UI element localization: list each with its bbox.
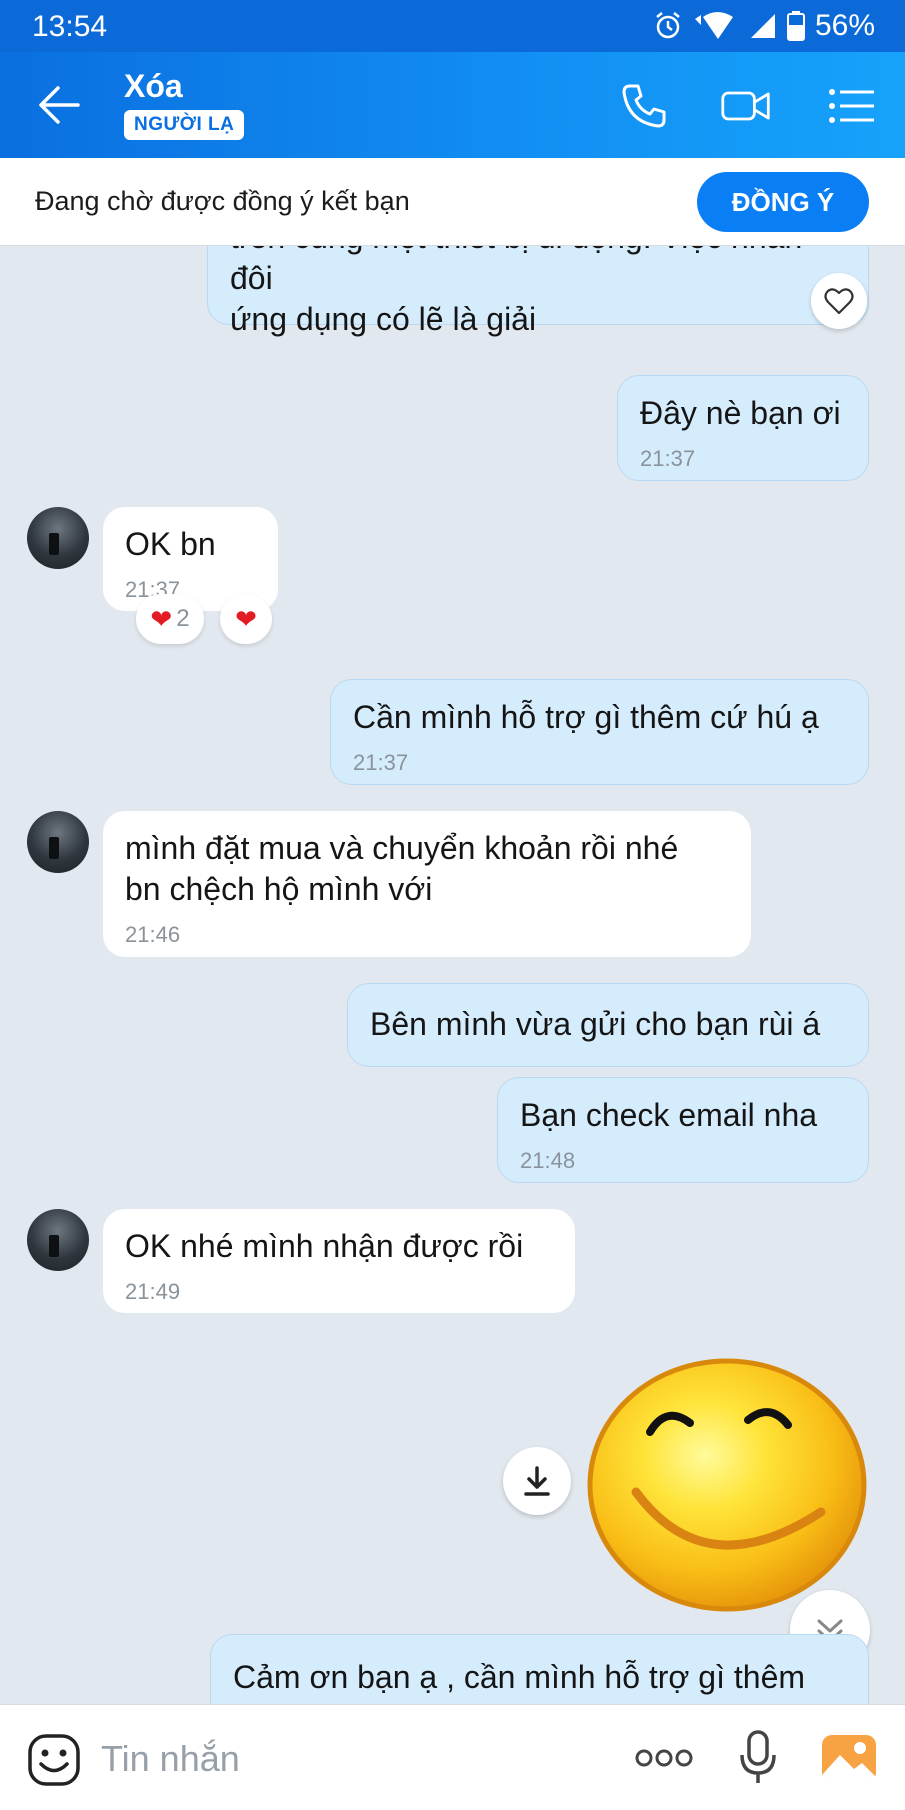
message-text: Đây nè bạn ơi bbox=[640, 395, 841, 431]
message-text: Cần mình hỗ trợ gì thêm cứ hú ạ bbox=[353, 699, 819, 735]
message-text: OK bn bbox=[125, 526, 216, 562]
message-input[interactable]: Tin nhắn bbox=[101, 1738, 240, 1780]
download-icon bbox=[524, 1466, 550, 1496]
message-bubble-outgoing[interactable]: Bên mình vừa gửi cho bạn rùi á bbox=[347, 983, 869, 1067]
message-time: 21:49 bbox=[125, 1279, 181, 1304]
message-bubble-incoming[interactable]: mình đặt mua và chuyển khoản rồi nhé bn … bbox=[103, 811, 751, 957]
message-bubble-outgoing[interactable]: Cảm ơn bạn ạ , cần mình hỗ trợ gì thêm bbox=[210, 1634, 869, 1704]
message-bubble-incoming[interactable]: OK nhé mình nhận được rồi 21:49 bbox=[103, 1209, 575, 1313]
message-input-bar: Tin nhắn bbox=[0, 1704, 905, 1810]
menu-list-icon[interactable] bbox=[826, 80, 878, 132]
friend-request-bar: Đang chờ được đồng ý kết bạn ĐỒNG Ý bbox=[0, 158, 905, 246]
message-text: Bên mình vừa gửi cho bạn rùi á bbox=[370, 1006, 821, 1042]
message-bubble-outgoing[interactable]: Cần mình hỗ trợ gì thêm cứ hú ạ 21:37 bbox=[330, 679, 869, 785]
message-time: 21:46 bbox=[125, 922, 181, 947]
alarm-icon bbox=[656, 12, 680, 39]
phone-icon[interactable] bbox=[618, 80, 670, 132]
status-bar: 13:54 56% bbox=[0, 0, 905, 52]
avatar[interactable] bbox=[27, 1209, 89, 1271]
emoji-sticker-icon[interactable] bbox=[27, 1733, 81, 1787]
message-text: ứng dụng có lẽ là giải bbox=[230, 301, 537, 337]
microphone-icon[interactable] bbox=[738, 1729, 778, 1787]
reaction-count: 2 bbox=[176, 605, 190, 632]
message-time: 21:37 bbox=[640, 446, 696, 471]
gallery-image-icon[interactable] bbox=[820, 1733, 878, 1785]
battery-percent: 56% bbox=[814, 9, 875, 42]
wifi-icon bbox=[694, 12, 733, 39]
back-arrow-icon[interactable] bbox=[34, 82, 84, 128]
message-bubble-outgoing[interactable]: Bạn check email nha 21:48 bbox=[497, 1077, 869, 1183]
friend-request-text: Đang chờ được đồng ý kết bạn bbox=[35, 186, 410, 216]
heart-icon: ❤ bbox=[235, 603, 257, 634]
chat-area[interactable]: trên cùng một thiết bị di động. Việc nhâ… bbox=[0, 246, 905, 1704]
download-button[interactable] bbox=[503, 1447, 571, 1515]
heart-outline-icon bbox=[824, 288, 854, 315]
like-heart-button[interactable] bbox=[811, 273, 867, 329]
stranger-badge: NGƯỜI LẠ bbox=[124, 110, 245, 140]
more-options-icon[interactable] bbox=[634, 1745, 694, 1771]
message-bubble-outgoing[interactable]: Đây nè bạn ơi 21:37 bbox=[617, 375, 869, 481]
message-text-line-1: mình đặt mua và chuyển khoản rồi nhé bbox=[125, 830, 679, 866]
message-time: 21:48 bbox=[520, 1148, 576, 1173]
chat-header: Xóa NGƯỜI LẠ bbox=[0, 52, 905, 158]
message-time: 21:37 bbox=[353, 750, 409, 775]
status-icons: 56% bbox=[653, 8, 875, 44]
reaction-summary[interactable]: ❤ 2 bbox=[136, 594, 204, 644]
avatar[interactable] bbox=[27, 811, 89, 873]
smiley-sticker[interactable] bbox=[586, 1357, 868, 1613]
heart-reaction-button[interactable]: ❤ bbox=[220, 594, 272, 644]
message-bubble-outgoing[interactable]: trên cùng một thiết bị di động. Việc nhâ… bbox=[207, 246, 869, 337]
message-text: Cảm ơn bạn ạ , cần mình hỗ trợ gì thêm bbox=[233, 1659, 806, 1695]
message-text: Bạn check email nha bbox=[520, 1097, 818, 1133]
battery-icon bbox=[786, 11, 805, 41]
message-text-line-2: bn chệch hộ mình với bbox=[125, 871, 433, 907]
message-text: trên cùng một thiết bị di động. Việc nhâ… bbox=[230, 246, 802, 296]
avatar[interactable] bbox=[27, 507, 89, 569]
message-text: OK nhé mình nhận được rồi bbox=[125, 1228, 524, 1264]
heart-icon: ❤ bbox=[150, 603, 173, 634]
status-time: 13:54 bbox=[32, 10, 108, 43]
signal-icon bbox=[750, 14, 775, 38]
agree-button[interactable]: ĐỒNG Ý bbox=[697, 172, 869, 232]
video-call-icon[interactable] bbox=[720, 80, 772, 132]
contact-name[interactable]: Xóa bbox=[124, 68, 183, 105]
